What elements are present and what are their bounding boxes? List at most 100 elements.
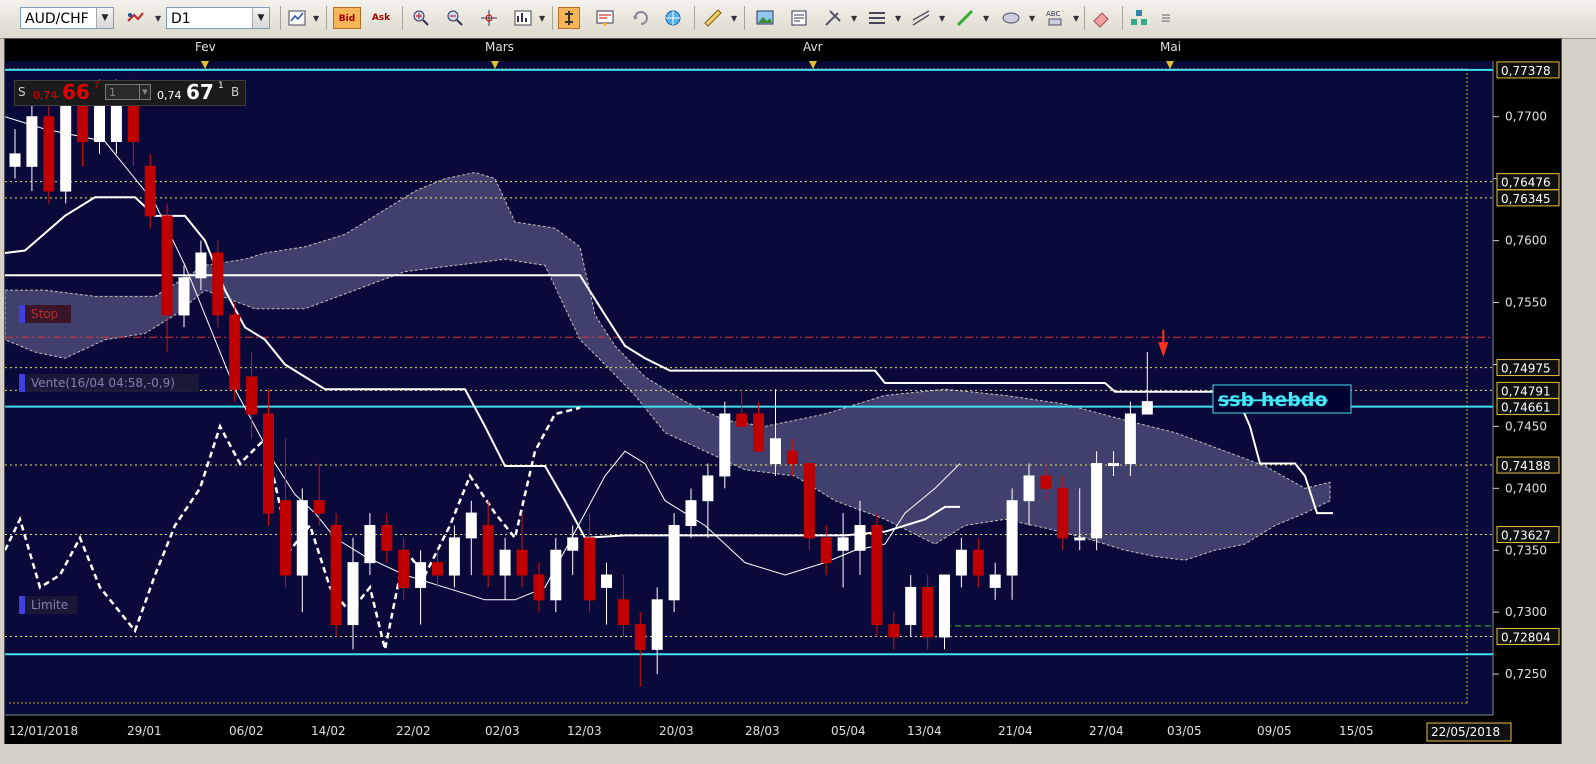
- candle: [803, 463, 815, 539]
- refresh-icon[interactable]: [630, 7, 652, 29]
- zoom-out-icon[interactable]: [444, 7, 466, 29]
- chevron-down-icon[interactable]: ▼: [1029, 14, 1035, 23]
- chart-area[interactable]: 0,77000,76500,76000,75500,75000,74500,74…: [4, 38, 1562, 746]
- chevron-down-icon[interactable]: ▼: [139, 85, 150, 99]
- candle: [364, 524, 376, 564]
- eraser-icon[interactable]: [1090, 7, 1112, 29]
- candle: [922, 586, 934, 638]
- sell-label[interactable]: S: [18, 85, 26, 99]
- objects-icon[interactable]: [1128, 7, 1150, 29]
- text-icon[interactable]: ABC: [1044, 7, 1066, 29]
- candle: [1006, 500, 1018, 576]
- level-price-label: 0,76476: [1501, 176, 1551, 190]
- order-label: Limite: [31, 598, 68, 612]
- sell-price-pips[interactable]: 66: [62, 80, 90, 104]
- candle: [736, 413, 748, 427]
- chevron-down-icon[interactable]: ▼: [1073, 14, 1079, 23]
- current-date-label: 22/05/2018: [1431, 725, 1500, 739]
- chevron-down-icon[interactable]: ▼: [939, 14, 945, 23]
- date-label: 12/01/2018: [9, 724, 78, 738]
- sell-price-prefix[interactable]: 0,74: [33, 89, 58, 102]
- level-price-label: 0,74661: [1501, 401, 1551, 415]
- symbol-select[interactable]: AUD/CHF ▼: [20, 7, 114, 29]
- crosshair-icon[interactable]: [478, 7, 500, 29]
- bid-button[interactable]: Bid: [333, 7, 361, 29]
- chevron-down-icon[interactable]: ▼: [313, 14, 319, 23]
- price-chart[interactable]: 0,77000,76500,76000,75500,75000,74500,74…: [5, 39, 1561, 745]
- candle: [905, 586, 917, 626]
- ruler-icon[interactable]: [702, 7, 724, 29]
- chevron-down-icon[interactable]: ▼: [96, 8, 113, 28]
- candle: [770, 438, 781, 465]
- indicator-icon[interactable]: [512, 7, 534, 29]
- ellipse-icon[interactable]: [1000, 7, 1022, 29]
- candle: [1108, 463, 1119, 467]
- date-label: 20/03: [659, 724, 694, 738]
- ask-button[interactable]: Ask: [367, 7, 395, 29]
- sell-price-fraction: 7: [94, 81, 100, 91]
- candle: [313, 500, 325, 514]
- price-tick-label: 0,7450: [1505, 419, 1547, 433]
- pencil-icon[interactable]: [954, 7, 976, 29]
- chevron-down-icon[interactable]: ▼: [851, 14, 857, 23]
- image-icon[interactable]: [754, 7, 776, 29]
- chevron-down-icon[interactable]: ▼: [731, 14, 737, 23]
- print-icon[interactable]: [788, 7, 810, 29]
- date-label: 09/05: [1257, 724, 1292, 738]
- date-label: 15/05: [1339, 724, 1374, 738]
- symbol-value: AUD/CHF: [25, 11, 89, 27]
- candle: [955, 549, 967, 576]
- order-label: Vente(16/04 04:58,-0,9): [31, 376, 175, 390]
- candle: [617, 599, 629, 626]
- lines-icon[interactable]: [866, 7, 888, 29]
- candle: [398, 549, 410, 588]
- candle: [972, 549, 984, 576]
- chevron-down-icon[interactable]: ▼: [983, 14, 989, 23]
- toolbar-divider: [694, 6, 695, 30]
- candle: [601, 574, 612, 588]
- line-chart-icon[interactable]: [286, 7, 308, 29]
- candle: [499, 549, 511, 576]
- date-label: 22/02: [396, 724, 431, 738]
- date-label: 03/05: [1167, 724, 1202, 738]
- timeframe-select[interactable]: D1 ▼: [166, 7, 270, 29]
- candle: [1091, 463, 1103, 539]
- chevron-down-icon[interactable]: ▼: [155, 14, 161, 23]
- order-label-handle: [19, 305, 25, 323]
- ask-label: Ask: [371, 13, 391, 23]
- date-label: 14/02: [311, 724, 346, 738]
- symbol-link-icon[interactable]: [124, 7, 146, 29]
- buy-price-prefix[interactable]: 0,74: [157, 89, 182, 102]
- candle: [989, 574, 1001, 588]
- status-bar: [0, 744, 1596, 764]
- level-price-label: 0,74791: [1501, 384, 1551, 398]
- date-label: 28/03: [745, 724, 780, 738]
- candle: [144, 165, 156, 217]
- candle: [415, 562, 427, 588]
- trendline-icon[interactable]: [910, 7, 932, 29]
- cursor-icon[interactable]: [558, 7, 580, 29]
- candle: [432, 562, 443, 576]
- chevron-down-icon[interactable]: ▼: [895, 14, 901, 23]
- chevron-down-icon[interactable]: ▼: [252, 8, 269, 28]
- template-icon[interactable]: [594, 7, 616, 29]
- candle: [888, 624, 900, 638]
- candle: [668, 524, 680, 601]
- more-icon[interactable]: [1160, 7, 1182, 29]
- candle: [26, 116, 38, 167]
- candle: [229, 314, 241, 390]
- candle: [195, 252, 207, 279]
- quantity-input[interactable]: 1 ▼: [105, 84, 151, 100]
- zoom-in-icon[interactable]: [410, 7, 432, 29]
- candle: [651, 599, 663, 650]
- globe-icon[interactable]: [662, 7, 684, 29]
- level-price-label: 0,74188: [1501, 459, 1551, 473]
- tools-icon[interactable]: [822, 7, 844, 29]
- candle: [161, 215, 173, 316]
- buy-label[interactable]: B: [231, 85, 239, 99]
- candle: [77, 103, 89, 143]
- buy-price-pips[interactable]: 67: [186, 80, 214, 104]
- price-tick-label: 0,7400: [1505, 481, 1547, 495]
- candle: [330, 524, 342, 626]
- chevron-down-icon[interactable]: ▼: [539, 14, 545, 23]
